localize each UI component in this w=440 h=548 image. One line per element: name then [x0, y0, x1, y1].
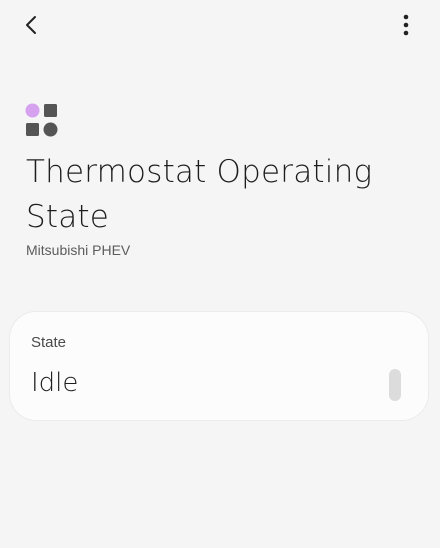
- capability-shapes-icon: [25, 103, 59, 137]
- top-bar: [0, 0, 440, 52]
- state-label: State: [31, 334, 67, 351]
- page-title: Thermostat Operating State: [26, 154, 373, 235]
- more-vertical-icon: [403, 14, 409, 36]
- scroll-indicator[interactable]: [389, 369, 401, 401]
- chevron-left-icon: [26, 16, 36, 34]
- device-subtitle: Mitsubishi PHEV: [26, 242, 131, 258]
- back-button[interactable]: [16, 10, 46, 40]
- more-options-button[interactable]: [392, 10, 420, 40]
- state-value: Idle: [31, 368, 79, 398]
- state-card[interactable]: State Idle: [10, 312, 428, 420]
